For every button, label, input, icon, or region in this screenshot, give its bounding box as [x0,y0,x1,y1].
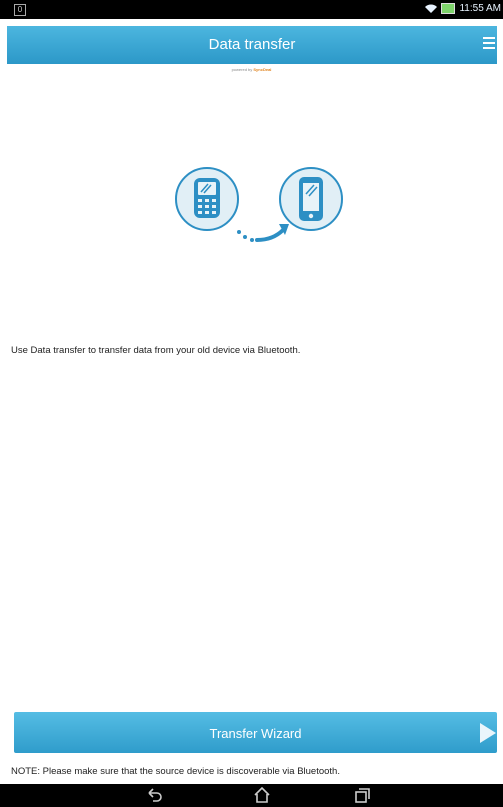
recent-apps-icon[interactable] [352,786,372,804]
navigation-bar [0,784,503,807]
status-time: 11:55 AM [459,3,501,14]
arrow-icon [237,224,289,242]
powered-by-prefix: powered by [231,67,253,72]
battery-icon [441,3,456,14]
notification-icon: 0 [14,4,26,16]
back-icon[interactable] [144,786,164,804]
home-icon[interactable] [252,786,272,804]
app-bar: Data transfer [7,26,497,64]
powered-by: powered by SyncDeal [0,67,503,72]
wifi-icon [425,4,438,13]
powered-by-brand: SyncDeal [253,67,272,72]
play-arrow-icon [480,723,496,743]
transfer-illustration [175,167,343,242]
new-phone-icon [279,167,343,231]
status-bar: 0 11:55 AM [0,0,503,19]
transfer-wizard-button[interactable]: Transfer Wizard [14,712,497,753]
note-text: NOTE: Please make sure that the source d… [11,766,340,777]
hamburger-menu-icon[interactable] [483,37,495,51]
transfer-wizard-label: Transfer Wizard [209,726,302,741]
old-phone-icon [175,167,239,231]
status-icons: 11:55 AM [425,3,501,14]
description-text: Use Data transfer to transfer data from … [11,345,301,356]
page-title: Data transfer [208,36,296,53]
